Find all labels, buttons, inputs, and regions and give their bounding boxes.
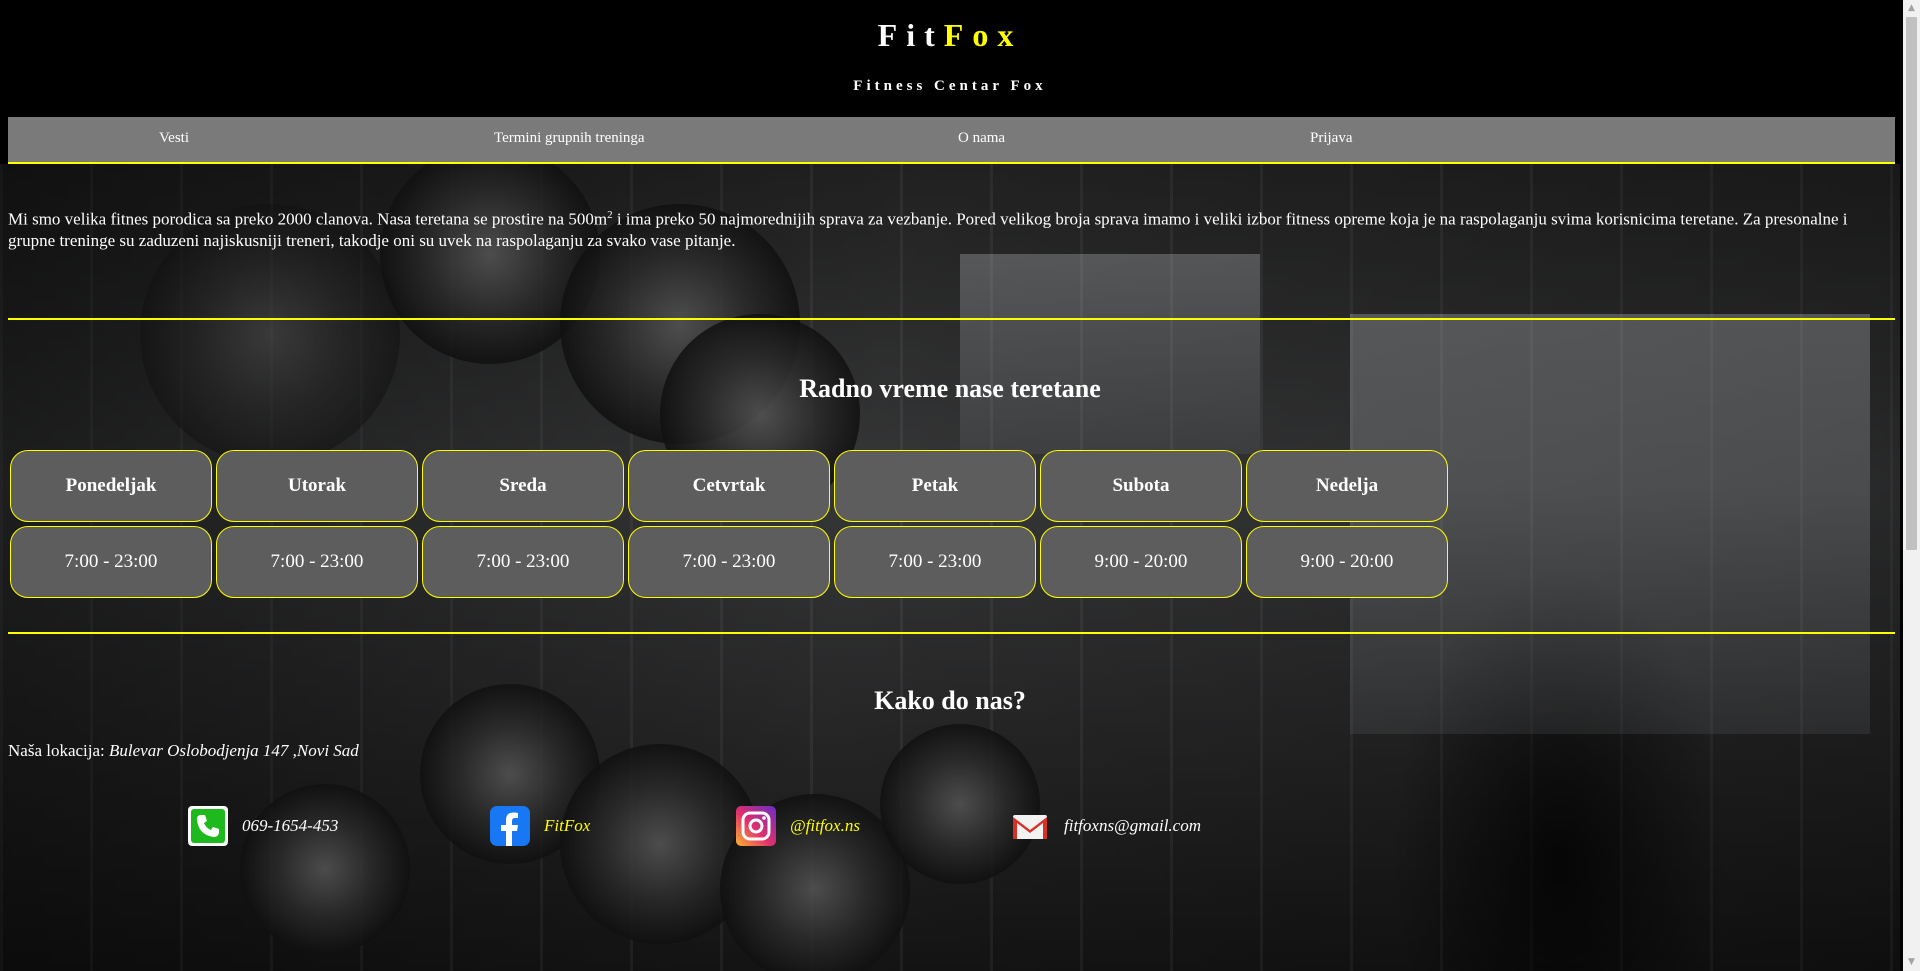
time-cell-ponedeljak: 7:00 - 23:00 xyxy=(10,526,212,598)
time-cell-sreda: 7:00 - 23:00 xyxy=(422,526,624,598)
day-cell-sreda: Sreda xyxy=(422,450,624,522)
phone-icon xyxy=(188,806,228,846)
about-text: Mi smo velika fitnes porodica sa preko 2… xyxy=(8,205,1888,251)
divider xyxy=(8,318,1895,320)
day-cell-subota: Subota xyxy=(1040,450,1242,522)
scroll-up-arrow-icon[interactable]: ▲ xyxy=(1903,0,1920,17)
scroll-down-arrow-icon[interactable]: ▼ xyxy=(1903,954,1920,971)
site-logo[interactable]: FitFox xyxy=(0,17,1900,54)
day-cell-utorak: Utorak xyxy=(216,450,418,522)
time-cell-petak: 7:00 - 23:00 xyxy=(834,526,1036,598)
time-cell-cetvrtak: 7:00 - 23:00 xyxy=(628,526,830,598)
scrollbar-thumb[interactable] xyxy=(1906,17,1917,550)
email-text[interactable]: fitfoxns@gmail.com xyxy=(1064,816,1201,836)
location-address: Bulevar Oslobodjenja 147 ,Novi Sad xyxy=(109,741,359,760)
site-subtitle: Fitness Centar Fox xyxy=(853,78,1047,94)
divider xyxy=(8,632,1895,634)
contact-facebook[interactable]: FitFox xyxy=(490,805,590,847)
instagram-link[interactable]: @fitfox.ns xyxy=(790,816,860,836)
about-text-part1: Mi smo velika fitnes porodica sa preko 2… xyxy=(8,209,608,229)
time-cell-subota: 9:00 - 20:00 xyxy=(1040,526,1242,598)
hours-title: Radno vreme nase teretane xyxy=(799,374,1101,403)
facebook-link[interactable]: FitFox xyxy=(544,816,590,836)
day-cell-petak: Petak xyxy=(834,450,1036,522)
time-cell-utorak: 7:00 - 23:00 xyxy=(216,526,418,598)
main-nav: Vesti Termini grupnih treninga O nama Pr… xyxy=(8,117,1895,164)
day-cell-cetvrtak: Cetvrtak xyxy=(628,450,830,522)
site-header: FitFox Fitness Centar Fox xyxy=(0,0,1900,116)
location-line: Naša lokacija: Bulevar Oslobodjenja 147 … xyxy=(8,741,359,761)
instagram-icon xyxy=(736,806,776,846)
gmail-icon xyxy=(1013,815,1047,839)
time-cell-nedelja: 9:00 - 20:00 xyxy=(1246,526,1448,598)
logo-fit: Fit xyxy=(877,17,944,53)
contact-instagram[interactable]: @fitfox.ns xyxy=(736,805,860,847)
location-label: Naša lokacija: xyxy=(8,741,110,760)
day-cell-ponedeljak: Ponedeljak xyxy=(10,450,212,522)
facebook-icon xyxy=(490,806,530,846)
day-cell-nedelja: Nedelja xyxy=(1246,450,1448,522)
nav-item-o-nama[interactable]: O nama xyxy=(958,130,1005,147)
nav-item-prijava[interactable]: Prijava xyxy=(1310,130,1353,147)
page: FitFox Fitness Centar Fox Vesti Termini … xyxy=(0,0,1900,971)
location-title: Kako do nas? xyxy=(874,686,1026,715)
logo-fox: Fox xyxy=(943,17,1023,53)
nav-item-termini[interactable]: Termini grupnih treninga xyxy=(494,130,645,147)
contact-phone[interactable]: 069-1654-453 xyxy=(188,805,338,847)
page-scrollbar[interactable]: ▲ ▼ xyxy=(1903,0,1920,971)
contact-email[interactable]: fitfoxns@gmail.com xyxy=(1010,805,1201,847)
nav-item-vesti[interactable]: Vesti xyxy=(159,130,189,147)
phone-text: 069-1654-453 xyxy=(242,816,339,835)
